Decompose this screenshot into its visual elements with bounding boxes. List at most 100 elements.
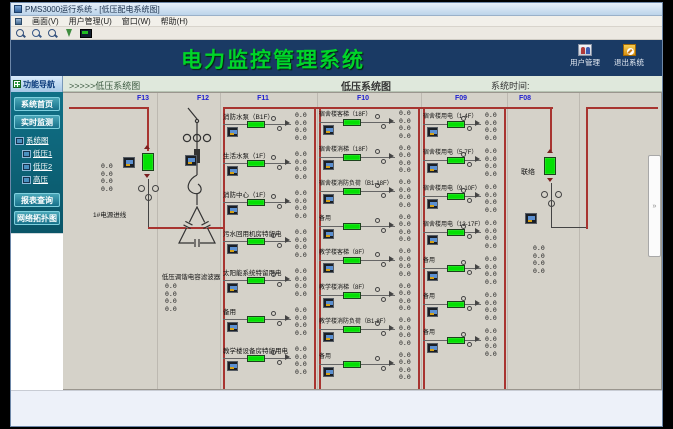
flow-arrow-icon — [389, 291, 394, 297]
breaker-icon[interactable] — [247, 316, 265, 323]
exit-system-button[interactable]: 退出系统 — [614, 44, 644, 68]
breaker-icon[interactable] — [343, 154, 361, 161]
sidebar-button-reports[interactable]: 报表查询 — [14, 193, 60, 207]
feeder-label: 教学楼设备房特留用电 — [223, 345, 288, 355]
zoom-in-icon[interactable] — [15, 28, 27, 39]
meter-icon[interactable] — [323, 229, 334, 239]
breaker-icon[interactable] — [343, 326, 361, 333]
tie-values: 0.00.00.00.0 — [533, 245, 545, 275]
app-window: PMS3000运行系统 - [低压配电系统图] 画面(V)用户管理(U)窗口(W… — [10, 2, 663, 427]
meter-icon[interactable] — [323, 298, 334, 308]
sidebar: 系统首页实时监测系统图低压1 低压2 高压报表查询网络拓扑图 — [11, 92, 63, 390]
tree-node-system-diagram[interactable]: 系统图 — [15, 135, 61, 146]
meter-icon[interactable] — [427, 163, 438, 173]
incomer-breaker-icon[interactable] — [142, 153, 154, 171]
flow-arrow-icon — [475, 300, 480, 306]
tree-node-0[interactable]: 低压1 — [22, 148, 61, 159]
feeder-row-F11-1: 生活水泵（1F）0.00.00.00.0 — [221, 150, 317, 184]
breaker-icon[interactable] — [447, 229, 465, 236]
feeder-row-F09-2: 宿舍楼用电（9-10F）0.00.00.00.0 — [421, 183, 507, 217]
sidebar-button-home[interactable]: 系统首页 — [14, 97, 60, 111]
breaker-icon[interactable] — [343, 257, 361, 264]
meter-icon[interactable] — [427, 307, 438, 317]
meter-icon[interactable] — [427, 271, 438, 281]
feeder-values: 0.00.00.00.0 — [485, 184, 497, 214]
feeder-values: 0.00.00.00.0 — [399, 248, 411, 278]
page-title: 低压系统图 — [341, 78, 391, 93]
breaker-icon[interactable] — [447, 121, 465, 128]
ct-icon — [381, 262, 386, 267]
sidebar-button-topology[interactable]: 网络拓扑图 — [14, 211, 60, 225]
zoom-area-icon[interactable] — [47, 28, 59, 39]
menu-item-1[interactable]: 用户管理(U) — [64, 16, 117, 27]
meter-icon[interactable] — [427, 235, 438, 245]
sidebar-button-realtime[interactable]: 实时监测 — [14, 115, 60, 129]
meter-icon[interactable] — [227, 127, 238, 137]
breaker-icon[interactable] — [247, 355, 265, 362]
breaker-icon[interactable] — [343, 188, 361, 195]
meter-icon[interactable] — [323, 332, 334, 342]
breaker-icon[interactable] — [247, 121, 265, 128]
breaker-icon[interactable] — [447, 301, 465, 308]
scroll-panel[interactable]: » — [648, 155, 661, 257]
ct-icon — [375, 252, 380, 257]
meter-icon[interactable] — [227, 322, 238, 332]
value: 0.0 — [399, 305, 411, 313]
tree-node-2[interactable]: 高压 — [22, 174, 61, 185]
flow-arrow-icon — [389, 153, 394, 159]
breaker-icon[interactable] — [447, 337, 465, 344]
breaker-icon[interactable] — [247, 199, 265, 206]
menu-items: 画面(V)用户管理(U)窗口(W)帮助(H) — [27, 16, 193, 27]
zoom-out-icon[interactable] — [31, 28, 43, 39]
meter-icon[interactable] — [525, 213, 537, 224]
menu-item-3[interactable]: 帮助(H) — [156, 16, 193, 27]
tie-breaker-icon[interactable] — [544, 157, 556, 175]
column-divider — [507, 93, 508, 390]
meter-icon[interactable] — [323, 367, 334, 377]
value: 0.0 — [295, 252, 307, 260]
meter-icon[interactable] — [323, 160, 334, 170]
ct-icon — [375, 321, 380, 326]
meter-icon[interactable] — [227, 244, 238, 254]
function-nav-header[interactable]: 功能导航 — [11, 76, 63, 92]
breaker-icon[interactable] — [343, 361, 361, 368]
conductor — [148, 179, 149, 229]
value: 0.0 — [533, 268, 545, 276]
breaker-icon[interactable] — [343, 119, 361, 126]
screen-icon[interactable] — [79, 28, 91, 39]
breaker-icon[interactable] — [247, 160, 265, 167]
ct-icon — [375, 287, 380, 292]
meter-icon[interactable] — [323, 194, 334, 204]
column-header-F12: F12 — [189, 95, 217, 102]
breaker-icon[interactable] — [247, 277, 265, 284]
bus-line — [586, 107, 658, 109]
breadcrumb: >>>>>低压系统图 — [69, 79, 140, 92]
breaker-icon[interactable] — [343, 292, 361, 299]
breaker-icon[interactable] — [447, 157, 465, 164]
user-management-button[interactable]: 用户管理 — [570, 44, 600, 68]
menu-item-2[interactable]: 窗口(W) — [117, 16, 156, 27]
value: 0.0 — [485, 279, 497, 287]
tree-node-1[interactable]: 低压2 — [22, 161, 61, 172]
meter-icon[interactable] — [323, 125, 334, 135]
meter-icon[interactable] — [323, 263, 334, 273]
breaker-icon[interactable] — [447, 265, 465, 272]
feeder-label: 宿舍楼消梯（18F） — [319, 144, 371, 153]
meter-icon[interactable] — [227, 361, 238, 371]
meter-icon[interactable] — [227, 166, 238, 176]
meter-icon[interactable] — [227, 205, 238, 215]
value: 0.0 — [399, 236, 411, 244]
meter-icon[interactable] — [427, 343, 438, 353]
meter-icon[interactable] — [185, 155, 197, 166]
meter-icon[interactable] — [427, 199, 438, 209]
breaker-icon[interactable] — [247, 238, 265, 245]
breaker-icon[interactable] — [343, 223, 361, 230]
menu-item-0[interactable]: 画面(V) — [27, 16, 64, 27]
feeder-row-F10-3: 备用0.00.00.00.0 — [317, 213, 421, 247]
meter-icon[interactable] — [227, 283, 238, 293]
breaker-icon[interactable] — [447, 193, 465, 200]
meter-icon[interactable] — [427, 127, 438, 137]
edit-icon[interactable] — [63, 28, 75, 39]
mdi-child-icon — [15, 18, 22, 25]
meter-icon[interactable] — [123, 157, 135, 168]
